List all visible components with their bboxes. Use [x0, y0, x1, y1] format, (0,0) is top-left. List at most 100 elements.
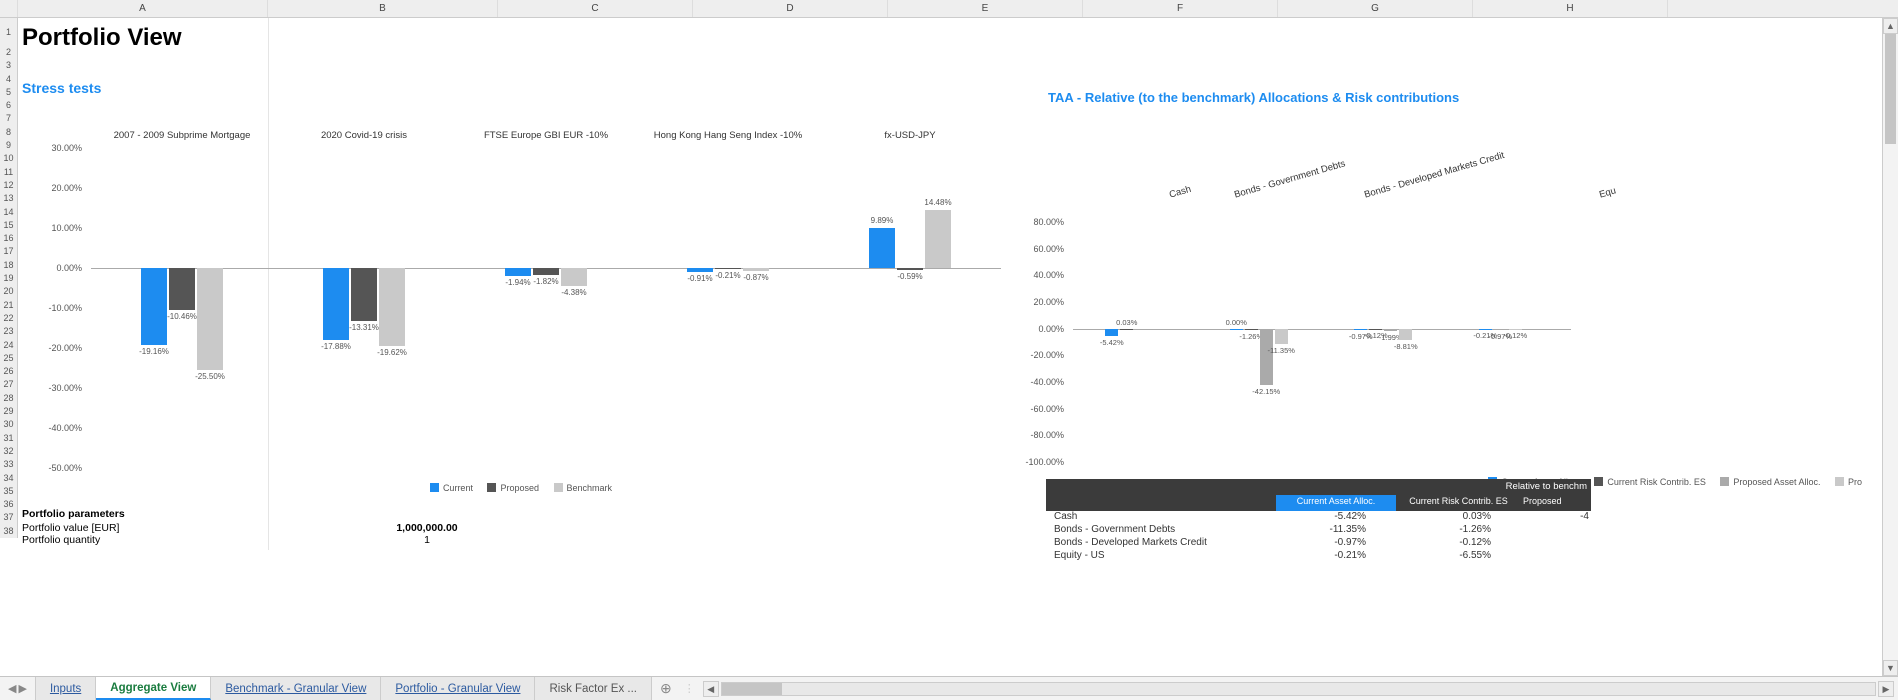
row-header[interactable]: 31 [0, 432, 17, 445]
table-cell: Bonds - Government Debts [1046, 524, 1276, 537]
stress-test-chart[interactable]: 2007 - 2009 Subprime Mortgage 2020 Covid… [36, 118, 1006, 498]
row-header[interactable]: 8 [0, 126, 17, 139]
col-header[interactable]: G [1278, 0, 1473, 17]
row-header[interactable]: 9 [0, 139, 17, 152]
row-header[interactable]: 6 [0, 99, 17, 112]
row-header[interactable]: 34 [0, 472, 17, 485]
row-header[interactable]: 14 [0, 206, 17, 219]
table-cell: -0.21% [1276, 550, 1396, 563]
row-header[interactable]: 10 [0, 152, 17, 165]
tab-split-handle[interactable]: ⋮ [680, 677, 699, 700]
legend-item: Current [430, 483, 473, 493]
page-title: Portfolio View [22, 24, 1898, 52]
col-header[interactable]: B [268, 0, 498, 17]
table-cell: 0.03% [1396, 511, 1521, 524]
row-headers: 1234567891011121314151617181920212223242… [0, 18, 18, 538]
row-header[interactable]: 13 [0, 192, 17, 205]
scroll-track[interactable] [1883, 34, 1898, 660]
col-header[interactable]: E [888, 0, 1083, 17]
worksheet-area[interactable]: Portfolio View Stress tests TAA - Relati… [18, 18, 1898, 550]
row-header[interactable]: 12 [0, 179, 17, 192]
chart2-plot: -5.42% 0.03% 0.00% -1.26% -42.15% -11.35… [1073, 222, 1571, 462]
sheet-tab[interactable]: Risk Factor Ex ... [535, 677, 652, 700]
col-header[interactable]: D [693, 0, 888, 17]
row-header[interactable]: 18 [0, 259, 17, 272]
chart1-cat: 2007 - 2009 Subprime Mortgage [91, 130, 273, 146]
row-header[interactable]: 32 [0, 445, 17, 458]
y-tick-label: 20.00% [1033, 297, 1064, 307]
row-header[interactable]: 1 [0, 18, 17, 46]
tab-nav-next-icon[interactable]: ▶ [18, 682, 26, 695]
sheet-tab[interactable]: Portfolio - Granular View [381, 677, 535, 700]
row-header[interactable]: 38 [0, 525, 17, 538]
sheet-tab[interactable]: Aggregate View [96, 677, 211, 700]
table-row: Bonds - Developed Markets Credit -0.97% … [1046, 537, 1591, 550]
row-header[interactable]: 19 [0, 272, 17, 285]
row-header[interactable]: 16 [0, 232, 17, 245]
scroll-thumb[interactable] [722, 683, 782, 695]
row-header[interactable]: 36 [0, 498, 17, 511]
y-tick-label: 30.00% [51, 143, 82, 153]
row-header[interactable]: 22 [0, 312, 17, 325]
scroll-thumb[interactable] [1885, 34, 1896, 144]
table-cell: Equity - US [1046, 550, 1276, 563]
vertical-scrollbar[interactable]: ▲ ▼ [1882, 18, 1898, 676]
row-header[interactable]: 23 [0, 325, 17, 338]
col-header[interactable]: F [1083, 0, 1278, 17]
row-header[interactable]: 17 [0, 245, 17, 258]
row-header[interactable]: 27 [0, 378, 17, 391]
row-header[interactable]: 21 [0, 299, 17, 312]
scroll-track[interactable] [721, 682, 1876, 696]
swatch-icon [430, 483, 439, 492]
row-header[interactable]: 26 [0, 365, 17, 378]
scroll-right-arrow-icon[interactable]: ▶ [1878, 681, 1894, 697]
y-tick-label: 0.00% [56, 263, 82, 273]
col-header[interactable]: C [498, 0, 693, 17]
scroll-left-arrow-icon[interactable]: ◀ [703, 681, 719, 697]
table-cell: Bonds - Developed Markets Credit [1046, 537, 1276, 550]
row-header[interactable]: 2 [0, 46, 17, 59]
scroll-up-arrow-icon[interactable]: ▲ [1883, 18, 1898, 34]
y-tick-label: -20.00% [48, 343, 82, 353]
col-header[interactable]: H [1473, 0, 1668, 17]
col-header[interactable]: A [18, 0, 268, 17]
row-header[interactable]: 15 [0, 219, 17, 232]
scroll-down-arrow-icon[interactable]: ▼ [1883, 660, 1898, 676]
row-header[interactable]: 11 [0, 166, 17, 179]
row-header[interactable]: 24 [0, 339, 17, 352]
y-tick-label: -20.00% [1030, 350, 1064, 360]
chart2-category-labels: Cash Bonds - Government Debts Bonds - De… [1073, 130, 1578, 215]
horizontal-scrollbar[interactable]: ◀ ▶ [699, 677, 1898, 700]
row-header[interactable]: 37 [0, 511, 17, 524]
row-header[interactable]: 25 [0, 352, 17, 365]
chart2-cat: Bonds - Government Debts [1233, 158, 1347, 200]
row-header[interactable]: 3 [0, 59, 17, 72]
y-tick-label: 20.00% [51, 183, 82, 193]
y-tick-label: 80.00% [1033, 217, 1064, 227]
table-col-header: Proposed [1521, 495, 1591, 511]
row-header[interactable]: 4 [0, 73, 17, 86]
row-header[interactable]: 35 [0, 485, 17, 498]
sheet-tab[interactable]: Inputs [36, 677, 96, 700]
row-header[interactable]: 29 [0, 405, 17, 418]
table-cell: -11.35% [1276, 524, 1396, 537]
table-cell: -5.42% [1276, 511, 1396, 524]
add-sheet-button[interactable]: ⊕ [652, 677, 680, 700]
chart1-cat: 2020 Covid-19 crisis [273, 130, 455, 146]
y-tick-label: 60.00% [1033, 244, 1064, 254]
taa-heading: TAA - Relative (to the benchmark) Alloca… [1048, 90, 1459, 105]
y-tick-label: -40.00% [48, 423, 82, 433]
select-all-corner[interactable] [0, 0, 18, 17]
row-header[interactable]: 30 [0, 418, 17, 431]
row-header[interactable]: 33 [0, 458, 17, 471]
y-tick-label: 40.00% [1033, 270, 1064, 280]
row-header[interactable]: 5 [0, 86, 17, 99]
tab-nav-prev-icon[interactable]: ◀ [8, 682, 16, 695]
row-header[interactable]: 28 [0, 392, 17, 405]
taa-chart[interactable]: Cash Bonds - Government Debts Bonds - De… [1018, 118, 1578, 488]
chart2-cat: Bonds - Developed Markets Credit [1363, 150, 1506, 201]
sheet-tab[interactable]: Benchmark - Granular View [211, 677, 381, 700]
table-superheader: Relative to benchm [1046, 479, 1591, 495]
row-header[interactable]: 7 [0, 112, 17, 125]
row-header[interactable]: 20 [0, 285, 17, 298]
